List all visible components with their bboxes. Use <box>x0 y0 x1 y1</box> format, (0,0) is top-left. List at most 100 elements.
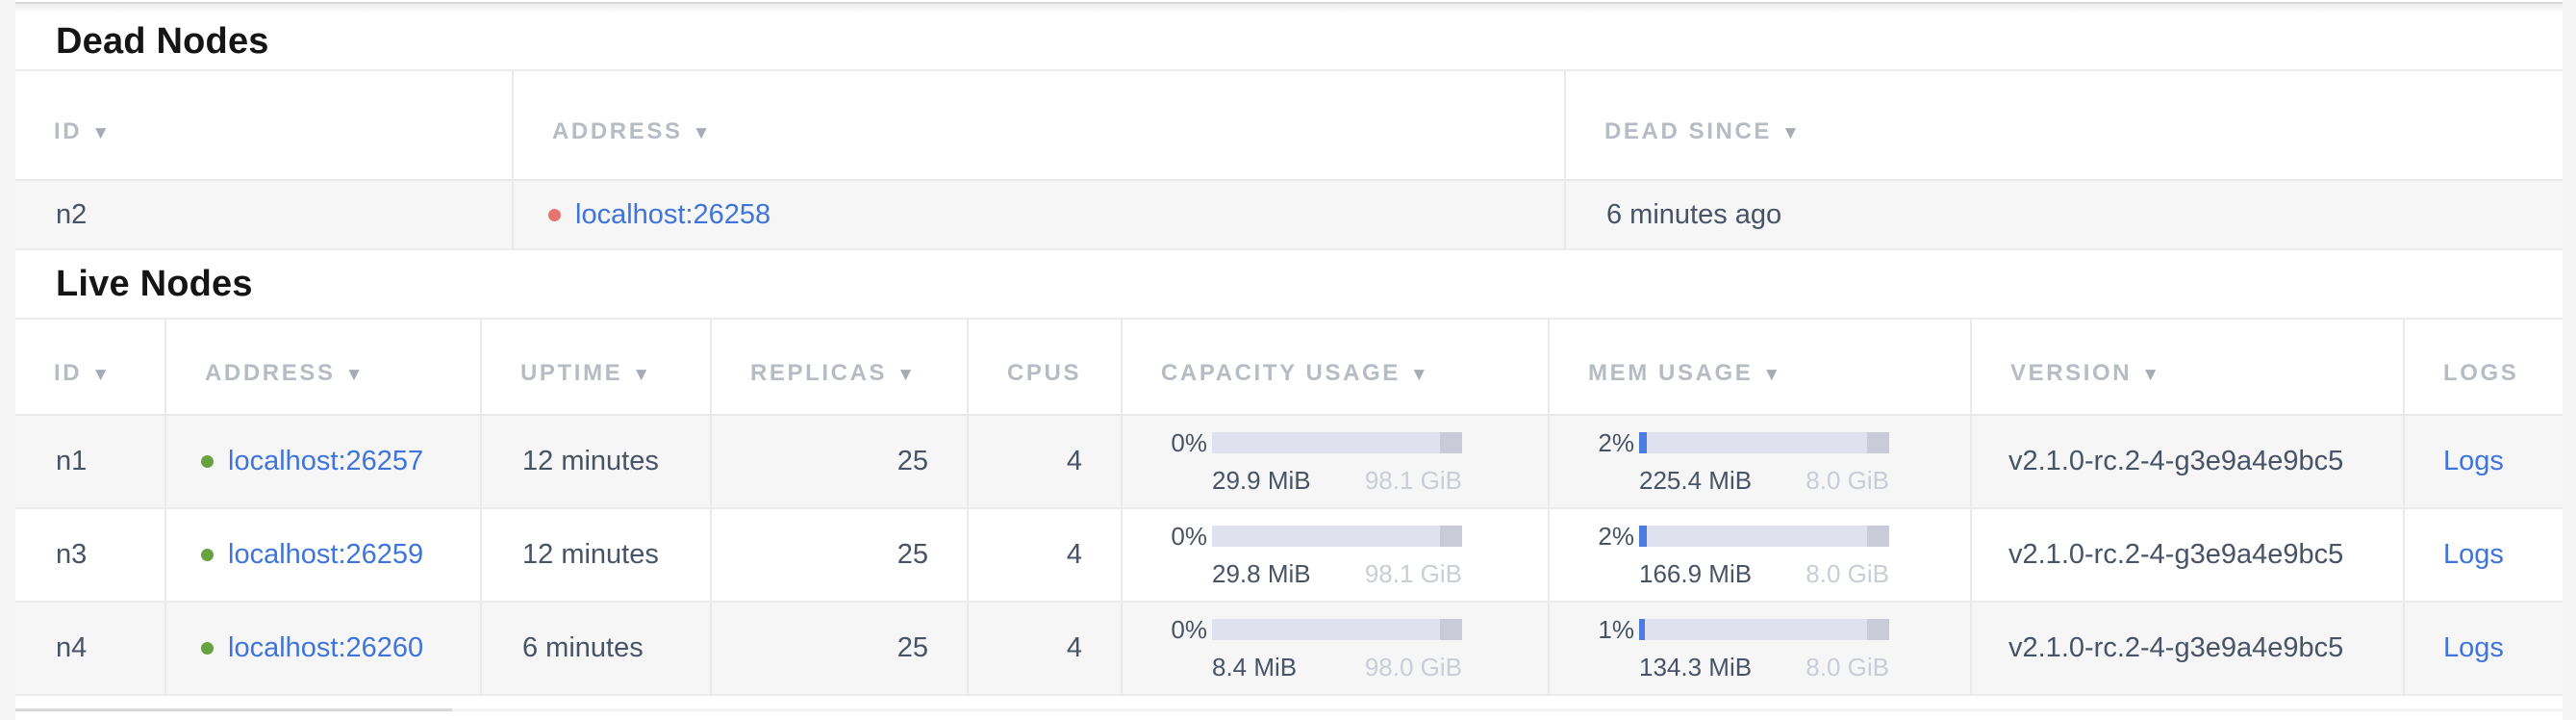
node-address-link[interactable]: localhost:26258 <box>575 199 770 231</box>
sort-arrow-icon: ▼ <box>1781 123 1800 143</box>
top-divider-shadow <box>15 4 2563 13</box>
dead-nodes-table: ID▼ ADDRESS▼ DEAD SINCE▼ n2 localhost:26… <box>15 71 2563 250</box>
capacity-used: 29.9 MiB <box>1212 466 1311 496</box>
sort-arrow-icon: ▼ <box>91 365 110 385</box>
mem-total: 8.0 GiB <box>1806 559 1889 589</box>
node-id: n4 <box>15 603 166 696</box>
sort-arrow-icon: ▼ <box>1410 365 1428 385</box>
node-uptime: 6 minutes <box>482 603 712 696</box>
logs-link[interactable]: Logs <box>2443 632 2504 663</box>
table-row: n1 localhost:26257 12 minutes 25 4 0% <box>15 416 2563 509</box>
capacity-total: 98.1 GiB <box>1365 466 1462 496</box>
column-header-mem-usage[interactable]: MEM USAGE ▼ <box>1550 320 1972 416</box>
column-header-address[interactable]: ADDRESS ▼ <box>166 320 482 416</box>
capacity-percent: 0% <box>1157 522 1207 552</box>
mem-used: 134.3 MiB <box>1639 653 1752 682</box>
node-uptime: 12 minutes <box>482 416 712 509</box>
column-header-label: ID <box>54 360 82 386</box>
live-nodes-table: ID ▼ ADDRESS ▼ UPTIME ▼ REPLICAS ▼ CPUS CAPA… <box>15 320 2563 696</box>
sort-arrow-icon: ▼ <box>1762 365 1780 385</box>
column-header-address[interactable]: ADDRESS▼ <box>514 71 1566 181</box>
column-header-label: VERSION <box>2010 360 2132 386</box>
column-header-label: UPTIME <box>520 360 622 386</box>
sort-arrow-icon: ▼ <box>345 365 364 385</box>
sort-arrow-icon: ▼ <box>897 365 915 385</box>
node-cpus: 4 <box>969 509 1123 603</box>
column-header-label: ID <box>54 118 82 144</box>
capacity-percent: 0% <box>1157 615 1207 645</box>
logs-link[interactable]: Logs <box>2443 539 2504 570</box>
mem-usage-bar <box>1639 432 1889 453</box>
mem-total: 8.0 GiB <box>1806 653 1889 682</box>
column-header-label: REPLICAS <box>750 360 887 386</box>
node-id: n3 <box>15 509 166 603</box>
live-status-dot-icon <box>201 455 214 468</box>
node-cpus: 4 <box>969 416 1123 509</box>
node-id: n2 <box>15 181 514 250</box>
mem-percent: 2% <box>1584 428 1634 458</box>
column-header-version[interactable]: VERSION▼ <box>1972 320 2405 416</box>
capacity-usage-bar <box>1212 432 1462 453</box>
column-header-label: MEM USAGE <box>1588 360 1753 386</box>
capacity-usage-bar <box>1212 619 1462 640</box>
capacity-total: 98.1 GiB <box>1365 559 1462 589</box>
node-replicas: 25 <box>712 509 969 603</box>
mem-usage-cell: 1% 134.3 MiB 8.0 GiB <box>1584 615 1970 682</box>
sort-arrow-icon: ▼ <box>632 365 650 385</box>
mem-used: 225.4 MiB <box>1639 466 1752 496</box>
node-version: v2.1.0-rc.2-4-g3e9a4e9bc5 <box>1972 603 2405 696</box>
node-cpus: 4 <box>969 603 1123 696</box>
mem-usage-bar <box>1639 619 1889 640</box>
node-id: n1 <box>15 416 166 509</box>
capacity-percent: 0% <box>1157 428 1207 458</box>
column-header-label: ADDRESS <box>205 360 336 386</box>
node-address-link[interactable]: localhost:26260 <box>228 632 423 664</box>
live-nodes-title: Live Nodes <box>15 250 2563 320</box>
dead-nodes-title: Dead Nodes <box>15 13 2563 71</box>
sort-arrow-icon: ▼ <box>91 123 110 143</box>
mem-usage-cell: 2% 225.4 MiB 8.0 GiB <box>1584 428 1970 496</box>
live-status-dot-icon <box>201 549 214 561</box>
mem-usage-bar <box>1639 526 1889 547</box>
node-version: v2.1.0-rc.2-4-g3e9a4e9bc5 <box>1972 509 2405 603</box>
dead-since-value: 6 minutes ago <box>1566 181 2563 250</box>
live-status-dot-icon <box>201 642 214 655</box>
column-header-dead-since[interactable]: DEAD SINCE▼ <box>1566 71 2563 181</box>
capacity-used: 29.8 MiB <box>1212 559 1311 589</box>
node-address-link[interactable]: localhost:26257 <box>228 446 423 477</box>
node-address-link[interactable]: localhost:26259 <box>228 539 423 571</box>
mem-usage-fill <box>1639 619 1645 640</box>
column-header-replicas[interactable]: REPLICAS ▼ <box>712 320 969 416</box>
mem-total: 8.0 GiB <box>1806 466 1889 496</box>
table-row: n2 localhost:26258 6 minutes ago <box>15 181 2563 250</box>
table-row: n3 localhost:26259 12 minutes 25 4 0% <box>15 509 2563 603</box>
column-header-label: ADDRESS <box>552 118 683 144</box>
node-replicas: 25 <box>712 416 969 509</box>
column-header-label: CAPACITY USAGE <box>1161 360 1401 386</box>
column-header-logs: LOGS <box>2405 320 2563 416</box>
horizontal-scrollbar <box>15 708 2563 711</box>
column-header-uptime[interactable]: UPTIME ▼ <box>482 320 712 416</box>
column-header-id[interactable]: ID ▼ <box>15 320 166 416</box>
capacity-total: 98.0 GiB <box>1365 653 1462 682</box>
mem-usage-fill <box>1639 526 1647 547</box>
column-header-capacity-usage[interactable]: CAPACITY USAGE ▼ <box>1123 320 1550 416</box>
dead-nodes-header-row: ID▼ ADDRESS▼ DEAD SINCE▼ <box>15 71 2563 181</box>
logs-link[interactable]: Logs <box>2443 446 2504 476</box>
column-header-id[interactable]: ID ▼ <box>15 71 514 181</box>
capacity-usage-cell: 0% 29.8 MiB 98.1 GiB <box>1157 522 1548 589</box>
capacity-usage-bar <box>1212 526 1462 547</box>
table-row: n4 localhost:26260 6 minutes 25 4 0% <box>15 603 2563 696</box>
nodes-overview-panel: Dead Nodes ID ▼ ADDRESS ▼ DEAD SINCE▼ n2 l… <box>15 0 2563 720</box>
capacity-used: 8.4 MiB <box>1212 653 1297 682</box>
column-header-cpus: CPUS <box>969 320 1123 416</box>
mem-percent: 2% <box>1584 522 1634 552</box>
capacity-usage-cell: 0% 8.4 MiB 98.0 GiB <box>1157 615 1548 682</box>
live-nodes-header-row: ID ▼ ADDRESS ▼ UPTIME ▼ REPLICAS ▼ CPUS CAPA… <box>15 320 2563 416</box>
capacity-usage-cell: 0% 29.9 MiB 98.1 GiB <box>1157 428 1548 496</box>
dead-status-dot-icon <box>548 209 561 221</box>
horizontal-scrollbar-thumb[interactable] <box>15 708 452 711</box>
mem-usage-cell: 2% 166.9 MiB 8.0 GiB <box>1584 522 1970 589</box>
node-version: v2.1.0-rc.2-4-g3e9a4e9bc5 <box>1972 416 2405 509</box>
mem-percent: 1% <box>1584 615 1634 645</box>
